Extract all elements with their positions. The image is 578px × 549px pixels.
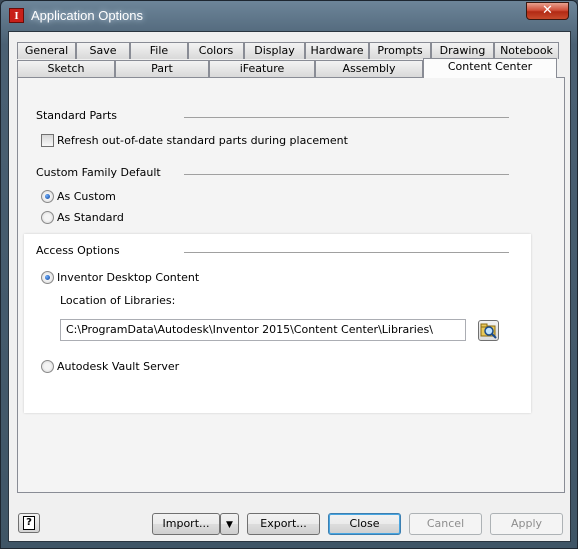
inventor-app-icon: I bbox=[9, 8, 24, 23]
folder-search-icon bbox=[480, 323, 497, 339]
standard-parts-divider bbox=[184, 117, 509, 118]
browse-folder-button[interactable] bbox=[478, 320, 499, 341]
libraries-path-input[interactable]: C:\ProgramData\Autodesk\Inventor 2015\Co… bbox=[60, 319, 466, 341]
export-button[interactable]: Export... bbox=[247, 513, 320, 535]
chevron-down-icon: ▼ bbox=[226, 520, 233, 530]
access-options-divider bbox=[184, 252, 509, 253]
tab-part[interactable]: Part bbox=[115, 60, 209, 77]
custom-family-divider bbox=[184, 174, 509, 175]
tab-ifeature[interactable]: iFeature bbox=[209, 60, 315, 77]
refresh-parts-label[interactable]: Refresh out-of-date standard parts durin… bbox=[57, 134, 348, 147]
close-window-button[interactable]: ✕ bbox=[526, 2, 569, 20]
tab-save[interactable]: Save bbox=[76, 42, 130, 59]
application-options-window: I Application Options ✕ General Save Fil… bbox=[0, 0, 578, 549]
tab-file[interactable]: File bbox=[130, 42, 188, 59]
vault-server-radio[interactable] bbox=[41, 360, 54, 373]
tab-display[interactable]: Display bbox=[244, 42, 305, 59]
import-dropdown-button[interactable]: ▼ bbox=[220, 513, 239, 535]
custom-family-heading: Custom Family Default bbox=[36, 166, 161, 179]
import-button[interactable]: Import... bbox=[152, 513, 220, 535]
refresh-parts-checkbox[interactable] bbox=[41, 134, 54, 147]
desktop-content-radio[interactable] bbox=[41, 271, 54, 284]
tab-drawing[interactable]: Drawing bbox=[431, 42, 494, 59]
cancel-button[interactable]: Cancel bbox=[409, 513, 482, 535]
as-standard-label[interactable]: As Standard bbox=[57, 211, 124, 224]
as-standard-radio[interactable] bbox=[41, 211, 54, 224]
tab-sketch[interactable]: Sketch bbox=[17, 60, 115, 77]
close-button[interactable]: Close bbox=[328, 513, 401, 535]
as-custom-radio[interactable] bbox=[41, 190, 54, 203]
vault-server-label[interactable]: Autodesk Vault Server bbox=[57, 360, 179, 373]
tab-prompts[interactable]: Prompts bbox=[369, 42, 431, 59]
window-title: Application Options bbox=[31, 8, 144, 23]
close-icon: ✕ bbox=[542, 3, 553, 18]
tab-content-center[interactable]: Content Center bbox=[423, 58, 557, 78]
tab-notebook[interactable]: Notebook bbox=[494, 42, 559, 59]
access-options-heading: Access Options bbox=[36, 244, 120, 257]
tab-hardware[interactable]: Hardware bbox=[305, 42, 369, 59]
tab-colors[interactable]: Colors bbox=[188, 42, 244, 59]
tab-general[interactable]: General bbox=[17, 42, 76, 59]
tab-assembly[interactable]: Assembly bbox=[315, 60, 423, 77]
apply-button[interactable]: Apply bbox=[490, 513, 563, 535]
location-of-libraries-label: Location of Libraries: bbox=[60, 294, 176, 307]
as-custom-label[interactable]: As Custom bbox=[57, 190, 116, 203]
desktop-content-label[interactable]: Inventor Desktop Content bbox=[57, 271, 199, 284]
help-button[interactable]: ? bbox=[18, 513, 40, 533]
standard-parts-heading: Standard Parts bbox=[36, 109, 117, 122]
title-bar[interactable]: I Application Options ✕ bbox=[1, 1, 577, 31]
help-icon: ? bbox=[23, 516, 35, 530]
